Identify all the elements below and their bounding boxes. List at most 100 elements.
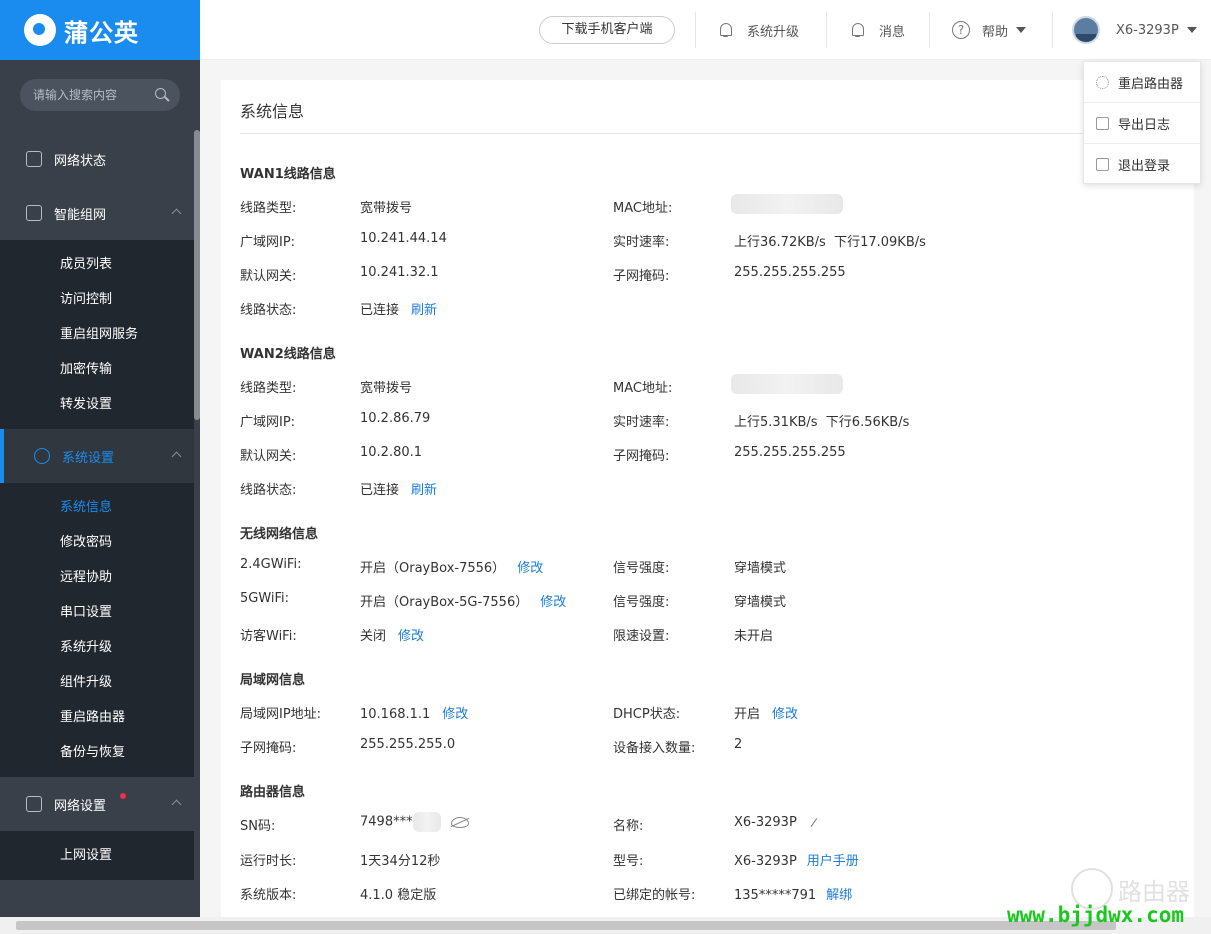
wan2-status-label: 线路状态: bbox=[240, 483, 297, 498]
sidebar: 蒲公英 网络状态 智能组网 成员列表 访问控制 重启组网服务 加密传输 转发设置… bbox=[0, 0, 200, 934]
lan-mask-value: 255.255.255.0 bbox=[360, 737, 456, 752]
sidebar-item-remote-assist[interactable]: 远程协助 bbox=[0, 560, 194, 595]
wan1-speed: 上行36.72KB/s 下行17.09KB/s bbox=[734, 235, 926, 250]
chevron-up-icon bbox=[171, 451, 182, 462]
speed-limit-value: 未开启 bbox=[734, 629, 774, 644]
wifi-section-title: 无线网络信息 bbox=[240, 527, 319, 542]
eye-off-icon[interactable] bbox=[450, 816, 469, 828]
unbind-link[interactable]: 解绑 bbox=[826, 888, 852, 903]
system-upgrade-button[interactable]: 系统升级 bbox=[719, 0, 799, 60]
uptime-value: 1天34分12秒 bbox=[360, 854, 441, 869]
device-count-label: 设备接入数量: bbox=[613, 741, 696, 756]
sidebar-item-change-password[interactable]: 修改密码 bbox=[0, 525, 194, 560]
gear-icon bbox=[34, 448, 50, 464]
wan2-mac-label: MAC地址: bbox=[613, 381, 673, 396]
wan2-speed-label: 实时速率: bbox=[613, 415, 670, 430]
signal-strength-value: 穿墙模式 bbox=[734, 595, 787, 610]
wifi-24g-value: 开启（OrayBox-7556） bbox=[360, 561, 506, 576]
scrollbar-thumb[interactable] bbox=[16, 921, 1116, 930]
sidebar-search bbox=[20, 79, 180, 111]
wan1-status: 已连接 bbox=[360, 303, 400, 318]
sidebar-item-forwarding[interactable]: 转发设置 bbox=[0, 387, 194, 422]
lan-ip-edit-link[interactable]: 修改 bbox=[442, 707, 468, 722]
user-manual-link[interactable]: 用户手册 bbox=[807, 854, 859, 869]
pencil-icon[interactable] bbox=[810, 818, 818, 827]
wan2-refresh-link[interactable]: 刷新 bbox=[411, 483, 437, 498]
wifi-24g-label: 2.4GWiFi: bbox=[240, 557, 302, 572]
sidebar-item-members[interactable]: 成员列表 bbox=[0, 247, 194, 282]
sidebar-item-serial-port[interactable]: 串口设置 bbox=[0, 595, 194, 630]
wan1-gateway-label: 默认网关: bbox=[240, 269, 297, 284]
sidebar-item-backup-restore[interactable]: 备份与恢复 bbox=[0, 735, 194, 770]
caret-down-icon bbox=[1016, 27, 1027, 33]
nav-label: 网络状态 bbox=[54, 153, 107, 169]
header-divider bbox=[826, 12, 827, 48]
user-menu-button[interactable]: X6-3293P bbox=[1072, 0, 1197, 60]
wan1-mask: 255.255.255.255 bbox=[734, 265, 846, 280]
sidebar-item-internet-settings[interactable]: 上网设置 bbox=[0, 838, 194, 873]
user-dropdown-menu: 重启路由器 导出日志 退出登录 bbox=[1083, 61, 1201, 184]
wan2-mac-blurred bbox=[731, 374, 843, 394]
nav-smart-network[interactable]: 智能组网 bbox=[0, 186, 194, 240]
nav-system-settings[interactable]: 系统设置 bbox=[0, 429, 194, 483]
uptime-label: 运行时长: bbox=[240, 854, 297, 869]
sidebar-scrollbar[interactable] bbox=[194, 130, 200, 420]
dhcp-edit-link[interactable]: 修改 bbox=[772, 707, 798, 722]
speed-limit-label: 限速设置: bbox=[613, 629, 670, 644]
sn-row: 7498*** bbox=[360, 812, 469, 832]
header-divider bbox=[929, 12, 930, 48]
sidebar-item-access-control[interactable]: 访问控制 bbox=[0, 282, 194, 317]
sidebar-item-encrypted-transfer[interactable]: 加密传输 bbox=[0, 352, 194, 387]
help-label: 帮助 bbox=[982, 24, 1009, 40]
header-divider bbox=[1052, 12, 1053, 48]
search-input[interactable] bbox=[33, 88, 154, 102]
logo-icon bbox=[24, 14, 56, 46]
sidebar-item-component-upgrade[interactable]: 组件升级 bbox=[0, 665, 194, 700]
wan2-mask-label: 子网掩码: bbox=[613, 449, 670, 464]
network-status-icon bbox=[26, 151, 42, 167]
system-upgrade-label: 系统升级 bbox=[747, 24, 800, 40]
wan2-gateway-label: 默认网关: bbox=[240, 449, 297, 464]
nav-network-settings[interactable]: 网络设置 bbox=[0, 777, 194, 831]
sidebar-item-restart-network-service[interactable]: 重启组网服务 bbox=[0, 317, 194, 352]
menu-item-export-log[interactable]: 导出日志 bbox=[1084, 103, 1200, 144]
messages-button[interactable]: 消息 bbox=[851, 0, 905, 60]
wifi-5g-label: 5GWiFi: bbox=[240, 591, 290, 606]
logo-text: 蒲公英 bbox=[64, 18, 139, 47]
sidebar-item-restart-router[interactable]: 重启路由器 bbox=[0, 700, 194, 735]
device-count-value: 2 bbox=[734, 737, 743, 752]
wan1-mac-blurred bbox=[731, 194, 843, 214]
help-button[interactable]: ? 帮助 bbox=[952, 0, 1027, 60]
wan2-line-type-label: 线路类型: bbox=[240, 381, 297, 396]
menu-item-label: 退出登录 bbox=[1118, 159, 1171, 174]
bell-icon bbox=[851, 22, 865, 38]
wan2-wan-ip: 10.2.86.79 bbox=[360, 411, 431, 426]
sidebar-item-system-info[interactable]: 系统信息 bbox=[0, 490, 194, 525]
logo-bar: 蒲公英 bbox=[0, 0, 200, 60]
bell-icon bbox=[719, 22, 733, 38]
dhcp-row: 开启 修改 bbox=[734, 703, 798, 722]
wan1-line-type: 宽带拨号 bbox=[360, 201, 413, 216]
lan-section-title: 局域网信息 bbox=[240, 673, 306, 688]
page-title: 系统信息 bbox=[240, 102, 305, 121]
sidebar-item-system-upgrade[interactable]: 系统升级 bbox=[0, 630, 194, 665]
wan1-section-title: WAN1线路信息 bbox=[240, 167, 336, 182]
help-icon: ? bbox=[952, 21, 970, 39]
guest-wifi-edit-link[interactable]: 修改 bbox=[398, 629, 424, 644]
search-icon[interactable] bbox=[154, 87, 170, 103]
logout-icon bbox=[1096, 158, 1109, 171]
menu-item-label: 导出日志 bbox=[1118, 117, 1171, 133]
wifi-5g-edit-link[interactable]: 修改 bbox=[540, 595, 566, 610]
download-app-button[interactable]: 下载手机客户端 bbox=[539, 16, 675, 44]
notification-dot bbox=[120, 793, 126, 799]
menu-item-logout[interactable]: 退出登录 bbox=[1084, 144, 1200, 185]
lan-mask-label: 子网掩码: bbox=[240, 741, 297, 756]
wifi-5g-value: 开启（OrayBox-5G-7556） bbox=[360, 595, 529, 610]
device-name: X6-3293P bbox=[1116, 22, 1179, 38]
wan1-refresh-link[interactable]: 刷新 bbox=[411, 303, 437, 318]
wan2-section-title: WAN2线路信息 bbox=[240, 347, 336, 362]
bound-account-label: 已绑定的帐号: bbox=[613, 888, 696, 903]
wifi-24g-edit-link[interactable]: 修改 bbox=[517, 561, 543, 576]
menu-item-restart-router[interactable]: 重启路由器 bbox=[1084, 62, 1200, 103]
nav-network-status[interactable]: 网络状态 bbox=[0, 132, 194, 186]
